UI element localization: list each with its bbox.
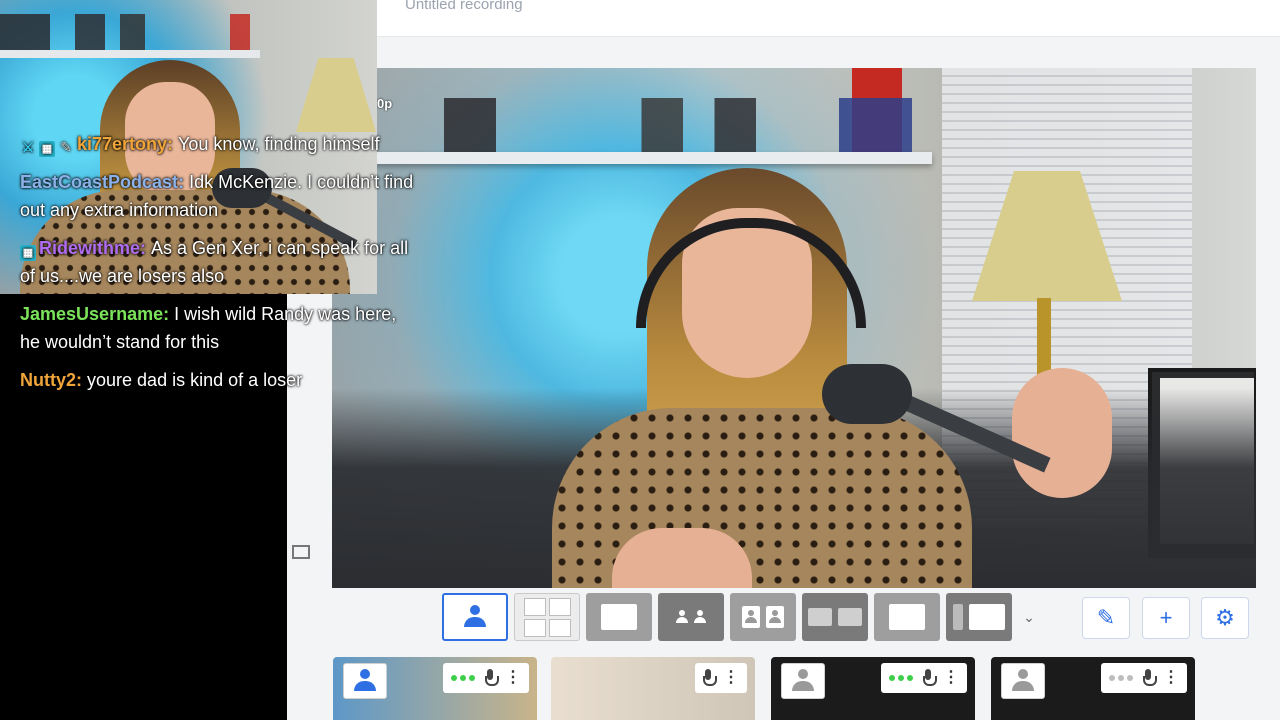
tile-icon	[838, 608, 862, 626]
video-shelf-items	[392, 98, 912, 154]
studio-header: Untitled recording	[377, 0, 1280, 37]
screen-icon	[969, 604, 1005, 630]
chat-username[interactable]: JamesUsername	[20, 304, 163, 324]
chat-username[interactable]: Ridewithme	[39, 238, 140, 258]
webcam-shelf	[0, 50, 260, 58]
more-options-icon[interactable]: ⋮	[505, 670, 521, 686]
chat-separator: :	[167, 134, 179, 154]
layout-solo[interactable]	[442, 593, 508, 641]
tile-controls: ⋮	[695, 663, 747, 693]
chat-message: JamesUsername: I wish wild Randy was her…	[20, 300, 420, 356]
participant-tile[interactable]: ⋮	[551, 657, 755, 720]
avatar	[1001, 663, 1045, 699]
person-icon	[1012, 669, 1034, 693]
microphone-icon[interactable]	[485, 669, 499, 687]
tile-icon	[742, 606, 760, 628]
streaming-studio: Untitled recording 0p ⚔ ▦ ✎ ki77ertony: …	[0, 0, 1280, 720]
grid-icon	[523, 597, 571, 637]
person-icon	[354, 669, 376, 693]
grid-badge-icon: ▦	[20, 245, 36, 261]
tile-controls: ⋮	[443, 663, 529, 693]
screen-icon	[889, 604, 925, 630]
plus-icon[interactable]: +	[1142, 597, 1190, 639]
person-icon	[694, 610, 706, 624]
chat-message: ▦ Ridewithme: As a Gen Xer, i can speak f…	[20, 234, 420, 290]
participant-tile[interactable]: ⋮	[991, 657, 1195, 720]
video-host-hand	[1012, 368, 1112, 498]
participant-tile[interactable]: ⋮	[333, 657, 537, 720]
chat-username[interactable]: EastCoastPodcast	[20, 172, 178, 192]
microphone-icon[interactable]	[923, 669, 937, 687]
person-icon	[464, 605, 486, 629]
chat-separator: :	[140, 238, 152, 258]
layout-split[interactable]	[802, 593, 868, 641]
pen-badge-icon: ✎	[60, 139, 72, 155]
webcam-lamp	[296, 58, 376, 132]
tile-controls: ⋮	[881, 663, 967, 693]
sword-badge-icon: ⚔	[21, 139, 35, 155]
avatar	[781, 663, 825, 699]
screen-icon	[601, 604, 637, 630]
more-options-icon[interactable]: ⋮	[943, 670, 959, 686]
pencil-icon[interactable]: ✎	[1082, 597, 1130, 639]
recording-title[interactable]: Untitled recording	[405, 0, 523, 13]
video-microphone	[822, 364, 912, 424]
tile-icon	[766, 606, 784, 628]
overlay-label: 0p	[377, 96, 393, 111]
chat-separator: :	[163, 304, 175, 324]
grid-badge-icon: ▦	[39, 141, 55, 157]
layout-screen[interactable]	[874, 593, 940, 641]
participant-tile[interactable]: ⋮	[771, 657, 975, 720]
microphone-icon[interactable]	[1143, 669, 1157, 687]
avatar	[343, 663, 387, 699]
layout-sidebar-screen[interactable]	[946, 593, 1012, 641]
layout-screen-presenter[interactable]	[586, 593, 652, 641]
stage-video[interactable]: 0p	[332, 68, 1256, 588]
layout-group[interactable]	[658, 593, 724, 641]
audio-level-indicator	[889, 675, 913, 681]
tile-icon	[808, 608, 832, 626]
chat-separator: :	[76, 370, 88, 390]
video-shelf	[372, 152, 932, 164]
chat-username[interactable]: Nutty2	[20, 370, 76, 390]
chat-message: ⚔ ▦ ✎ ki77ertony: You know, finding himself	[20, 130, 420, 158]
layout-toolbar: ⌄	[442, 593, 1040, 641]
chat-separator: :	[178, 172, 190, 192]
person-icon	[792, 669, 814, 693]
chat-message: Nutty2: youre dad is kind of a loser	[20, 366, 420, 394]
tile-controls: ⋮	[1101, 663, 1187, 693]
chat-list: ⚔ ▦ ✎ ki77ertony: You know, finding himself…	[20, 130, 420, 404]
person-icon	[676, 610, 688, 624]
sidebar-icon	[953, 604, 963, 630]
chat-username[interactable]: ki77ertony	[77, 134, 167, 154]
audio-level-indicator	[1109, 675, 1133, 681]
microphone-icon[interactable]	[703, 669, 717, 687]
chat-text: youre dad is kind of a loser	[87, 370, 303, 390]
webcam-shelf-items	[0, 14, 250, 50]
chat-message: EastCoastPodcast: Idk McKenzie. I couldn…	[20, 168, 420, 224]
gear-icon[interactable]: ⚙	[1201, 597, 1249, 639]
chevron-down-icon[interactable]: ⌄	[1018, 593, 1040, 641]
layout-side-by-side[interactable]	[730, 593, 796, 641]
audio-level-indicator	[451, 675, 475, 681]
more-options-icon[interactable]: ⋮	[1163, 670, 1179, 686]
more-options-icon[interactable]: ⋮	[723, 670, 739, 686]
layout-cursor-icon	[292, 545, 310, 559]
chat-text: You know, finding himself	[178, 134, 380, 154]
layout-grid-four[interactable]	[514, 593, 580, 641]
